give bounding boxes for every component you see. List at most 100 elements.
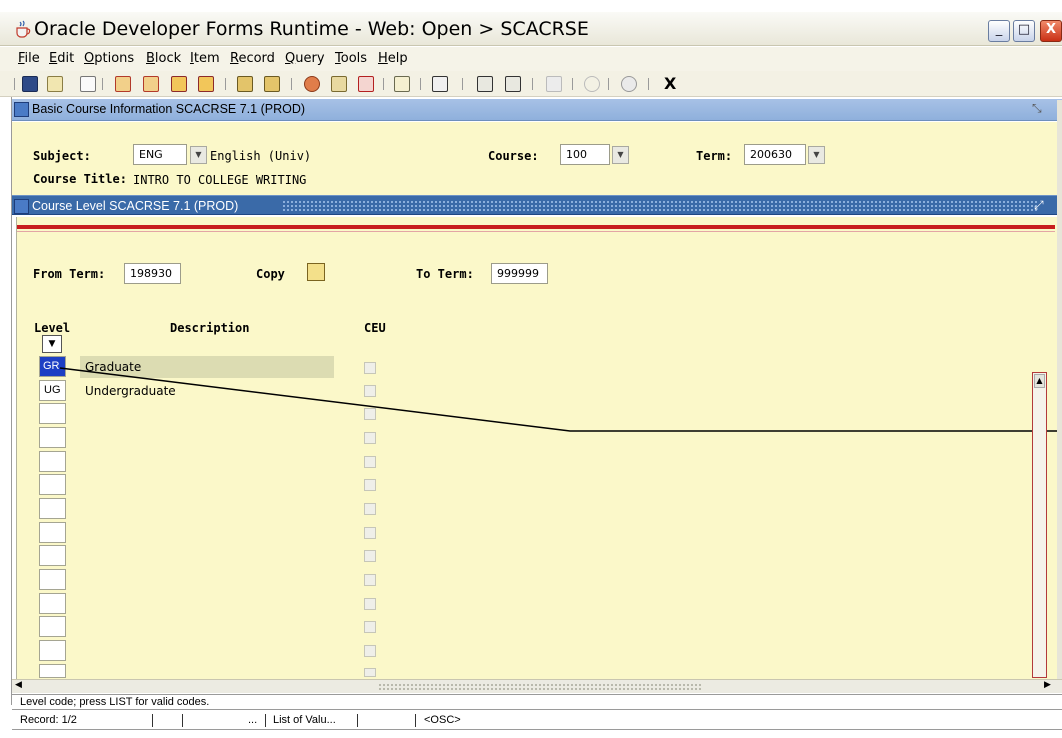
question-icon[interactable] <box>621 76 637 92</box>
scroll-thumb[interactable] <box>378 683 703 691</box>
menu-file[interactable]: File <box>18 51 40 66</box>
subject-dropdown-icon[interactable]: ▼ <box>190 146 207 164</box>
subject-field[interactable]: ENG <box>133 144 187 165</box>
attachment-icon[interactable] <box>394 76 410 92</box>
menu-tools[interactable]: Tools <box>335 51 367 66</box>
table-row-level-field[interactable] <box>39 569 66 590</box>
ceu-checkbox[interactable] <box>364 527 376 539</box>
basic-course-info-title: Basic Course Information SCACRSE 7.1 (PR… <box>32 102 306 116</box>
toolbar-separator <box>648 78 649 90</box>
search-icon[interactable] <box>331 76 347 92</box>
help-form-icon[interactable] <box>505 76 521 92</box>
menu-block[interactable]: Block <box>146 51 181 66</box>
table-row-level-field[interactable] <box>39 664 66 678</box>
ceu-checkbox[interactable] <box>364 598 376 610</box>
maximize-button[interactable]: □ <box>1013 20 1035 42</box>
term-dropdown-icon[interactable]: ▼ <box>808 146 825 164</box>
close-button[interactable]: X <box>1040 20 1062 42</box>
title-bar[interactable]: Oracle Developer Forms Runtime - Web: Op… <box>0 12 1062 46</box>
ceu-checkbox[interactable] <box>364 550 376 562</box>
previous-block-icon[interactable] <box>171 76 187 92</box>
table-row-level-field[interactable] <box>39 616 66 637</box>
vertical-scrollbar[interactable]: ▲ <box>1032 372 1047 678</box>
ceu-checkbox[interactable] <box>364 362 376 374</box>
ceu-checkbox[interactable] <box>364 645 376 657</box>
enter-query-icon[interactable] <box>237 76 253 92</box>
options-icon[interactable] <box>304 76 320 92</box>
copy-icon[interactable] <box>307 263 325 281</box>
select-icon[interactable] <box>80 76 96 92</box>
ceu-checkbox[interactable] <box>364 503 376 515</box>
menu-bar: File Edit Options Block Item Record Quer… <box>0 47 1062 71</box>
from-term-field[interactable]: 198930 <box>124 263 181 284</box>
next-block-icon[interactable] <box>198 76 214 92</box>
course-dropdown-icon[interactable]: ▼ <box>612 146 629 164</box>
course-field[interactable]: 100 <box>560 144 610 165</box>
table-row-level-field[interactable]: GR <box>39 356 66 377</box>
table-row-level-field[interactable] <box>39 593 66 614</box>
oracle-forms-window: Oracle Developer Forms Runtime - Web: Op… <box>0 0 1062 738</box>
basic-course-info-header: Basic Course Information SCACRSE 7.1 (PR… <box>12 99 1062 121</box>
table-row-level-field[interactable] <box>39 474 66 495</box>
status-bar: Record: 1/2 ... List of Valu... <OSC> <box>12 712 1062 730</box>
menu-item[interactable]: Item <box>190 51 220 66</box>
level-description: Undergraduate <box>85 384 176 398</box>
delete-icon[interactable] <box>358 76 374 92</box>
menu-query[interactable]: Query <box>285 51 325 66</box>
scroll-left-icon[interactable]: ◀ <box>15 680 22 690</box>
basic-course-info-block: Subject: ENG ▼ English (Univ) Course: 10… <box>12 122 1062 195</box>
sound-icon[interactable] <box>546 76 562 92</box>
level-dropdown-icon[interactable]: ▼ <box>42 335 62 353</box>
table-row-level-field[interactable] <box>39 403 66 424</box>
toolbar-separator <box>14 78 15 90</box>
table-row-level-field[interactable] <box>39 522 66 543</box>
remove-record-icon[interactable] <box>143 76 159 92</box>
expand-pane-icon[interactable]: ⤢ <box>1034 198 1044 213</box>
exit-icon[interactable]: X <box>664 74 676 93</box>
toolbar: X <box>0 71 1062 97</box>
execute-query-icon[interactable] <box>264 76 280 92</box>
table-row-level-field[interactable] <box>39 498 66 519</box>
save-icon[interactable] <box>22 76 38 92</box>
ceu-checkbox[interactable] <box>364 621 376 633</box>
from-term-label: From Term: <box>33 267 106 281</box>
ceu-checkbox[interactable] <box>364 668 376 677</box>
table-row-level-field[interactable] <box>39 451 66 472</box>
table-row-level-field[interactable] <box>39 427 66 448</box>
scroll-up-icon[interactable]: ▲ <box>1034 374 1045 388</box>
table-row-level-field[interactable]: UG <box>39 380 66 401</box>
toolbar-separator <box>420 78 421 90</box>
term-field[interactable]: 200630 <box>744 144 806 165</box>
course-title-label: Course Title: <box>33 172 127 186</box>
maximize-pane-icon[interactable]: ⤡ <box>1032 101 1042 116</box>
menu-edit[interactable]: Edit <box>49 51 74 66</box>
crosshair-icon[interactable] <box>584 76 600 92</box>
ceu-checkbox[interactable] <box>364 408 376 420</box>
to-term-label: To Term: <box>416 267 474 281</box>
ceu-checkbox[interactable] <box>364 479 376 491</box>
level-description: Graduate <box>85 360 142 374</box>
window-title: Oracle Developer Forms Runtime - Web: Op… <box>34 18 589 40</box>
insert-record-icon[interactable] <box>115 76 131 92</box>
print-icon[interactable] <box>432 76 448 92</box>
ceu-checkbox[interactable] <box>364 574 376 586</box>
scroll-right-icon[interactable]: ▶ <box>1044 680 1051 690</box>
table-row-level-field[interactable] <box>39 545 66 566</box>
ceu-checkbox[interactable] <box>364 456 376 468</box>
rollback-icon[interactable] <box>47 76 63 92</box>
menu-help[interactable]: Help <box>378 51 408 66</box>
hint-message: Level code; press LIST for valid codes. <box>20 696 210 708</box>
level-code: GR <box>43 360 60 372</box>
header-pattern <box>282 200 1038 212</box>
ceu-checkbox[interactable] <box>364 385 376 397</box>
ceu-checkbox[interactable] <box>364 432 376 444</box>
menu-options[interactable]: Options <box>84 51 134 66</box>
toolbar-separator <box>291 78 292 90</box>
outer-scrollbar[interactable] <box>1057 100 1062 690</box>
minimize-button[interactable]: _ <box>988 20 1010 42</box>
table-row-level-field[interactable] <box>39 640 66 661</box>
help-item-icon[interactable] <box>477 76 493 92</box>
menu-record[interactable]: Record <box>230 51 275 66</box>
to-term-field[interactable]: 999999 <box>491 263 548 284</box>
horizontal-scrollbar[interactable]: ◀ ▶ <box>12 679 1062 693</box>
